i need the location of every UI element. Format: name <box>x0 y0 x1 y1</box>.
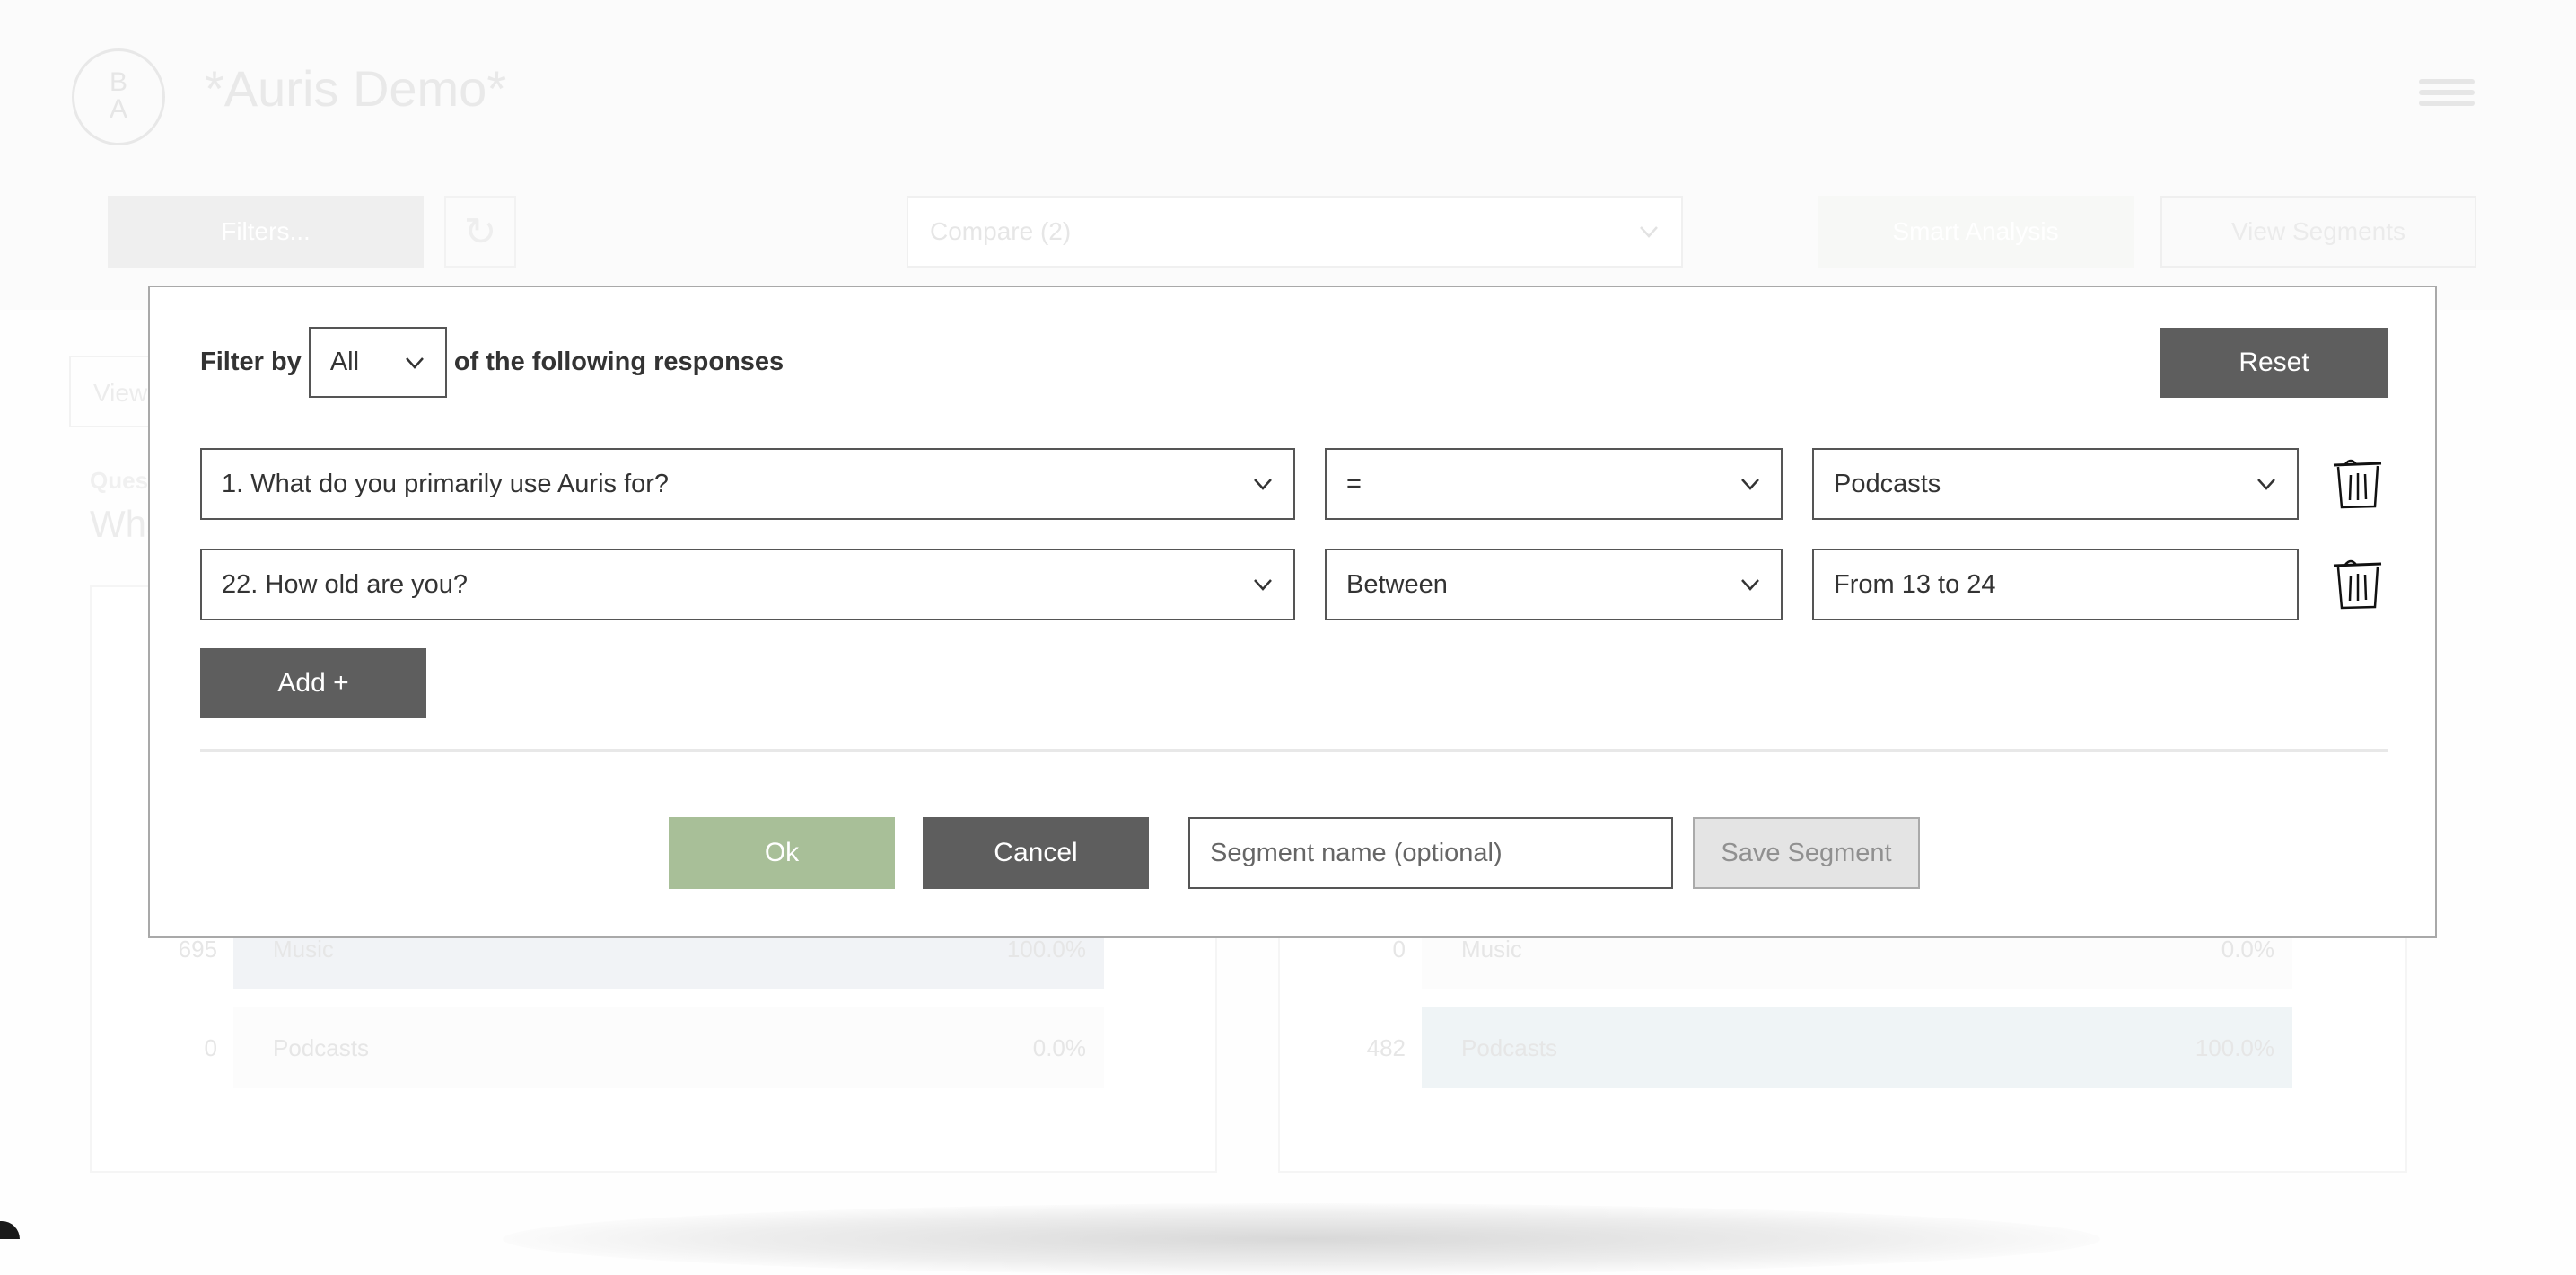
bar-row: 482 Podcasts 100.0% <box>1343 1007 2292 1088</box>
logo: B A <box>72 48 165 145</box>
bar-track: Podcasts 100.0% <box>1422 1007 2292 1088</box>
bar-label: Podcasts <box>1461 1033 1557 1061</box>
bar-label: Music <box>1461 935 1522 963</box>
window-corner <box>0 1221 20 1239</box>
save-segment-button[interactable]: Save Segment <box>1693 817 1920 889</box>
delete-condition-button[interactable] <box>2331 455 2385 517</box>
filter-modal: Filter by All of the following responses… <box>148 286 2437 938</box>
cancel-button[interactable]: Cancel <box>923 817 1149 889</box>
bar-track: Podcasts 0.0% <box>233 1007 1104 1088</box>
refresh-button[interactable]: ↻ <box>444 196 516 268</box>
chevron-down-icon <box>1254 579 1272 591</box>
condition-value-select[interactable]: Podcasts <box>1812 448 2299 520</box>
smart-analysis-button[interactable]: Smart Analysis <box>1818 196 2134 268</box>
bar-row: 0 Podcasts 0.0% <box>154 1007 1104 1088</box>
question-label: Ques <box>90 467 149 494</box>
view-tab[interactable]: View <box>69 356 159 427</box>
bar-count: 695 <box>178 935 217 963</box>
condition-value-input[interactable]: From 13 to 24 <box>1812 549 2299 620</box>
view-segments-button[interactable]: View Segments <box>2160 196 2476 268</box>
chevron-down-icon <box>405 356 424 369</box>
following-responses-label: of the following responses <box>453 347 784 376</box>
add-condition-button[interactable]: Add + <box>200 648 426 718</box>
condition-operator-select[interactable]: = <box>1325 448 1783 520</box>
menu-icon[interactable] <box>2419 79 2475 111</box>
bar-percent: 100.0% <box>1006 935 1086 963</box>
logo-letter-top: B <box>109 67 127 97</box>
condition-value: From 13 to 24 <box>1834 569 1996 599</box>
bar-percent: 0.0% <box>2221 935 2274 963</box>
filters-button[interactable]: Filters... <box>108 196 424 268</box>
condition-question-select[interactable]: 1. What do you primarily use Auris for? <box>200 448 1295 520</box>
condition-question-value: 22. How old are you? <box>222 569 469 599</box>
filter-by-label: Filter by <box>200 347 302 376</box>
divider <box>200 749 2388 752</box>
chevron-down-icon <box>1741 579 1759 591</box>
bar-label: Music <box>273 935 334 963</box>
condition-value: Podcasts <box>1834 469 1941 498</box>
trash-icon <box>2333 459 2382 509</box>
segment-name-input[interactable] <box>1188 817 1673 889</box>
bar-label: Podcasts <box>273 1033 369 1061</box>
match-mode-value: All <box>329 347 360 376</box>
logo-letter-bottom: A <box>109 94 127 124</box>
bottom-shadow <box>503 1203 2100 1275</box>
compare-select-value: Compare (2) <box>930 217 1072 245</box>
filter-header: Filter by All of the following responses <box>200 327 784 398</box>
compare-select[interactable]: Compare (2) <box>907 196 1683 268</box>
app-title: *Auris Demo* <box>205 60 507 117</box>
bar-count: 0 <box>204 1033 217 1061</box>
condition-question-select[interactable]: 22. How old are you? <box>200 549 1295 620</box>
refresh-icon: ↻ <box>463 209 497 254</box>
ok-button[interactable]: Ok <box>669 817 895 889</box>
bar-percent: 100.0% <box>2195 1033 2274 1061</box>
chevron-down-icon <box>2257 479 2275 490</box>
delete-condition-button[interactable] <box>2331 556 2385 618</box>
condition-operator-value: Between <box>1346 569 1448 599</box>
condition-operator-select[interactable]: Between <box>1325 549 1783 620</box>
bar-count: 482 <box>1366 1033 1406 1061</box>
chevron-down-icon <box>1640 226 1658 238</box>
chevron-down-icon <box>1254 479 1272 490</box>
condition-question-value: 1. What do you primarily use Auris for? <box>222 469 670 498</box>
trash-icon <box>2333 559 2382 610</box>
reset-button[interactable]: Reset <box>2160 328 2388 398</box>
condition-operator-value: = <box>1346 469 1362 498</box>
match-mode-select[interactable]: All <box>308 327 447 398</box>
bar-count: 0 <box>1392 935 1406 963</box>
bar-percent: 0.0% <box>1032 1033 1086 1061</box>
chevron-down-icon <box>1741 479 1759 490</box>
